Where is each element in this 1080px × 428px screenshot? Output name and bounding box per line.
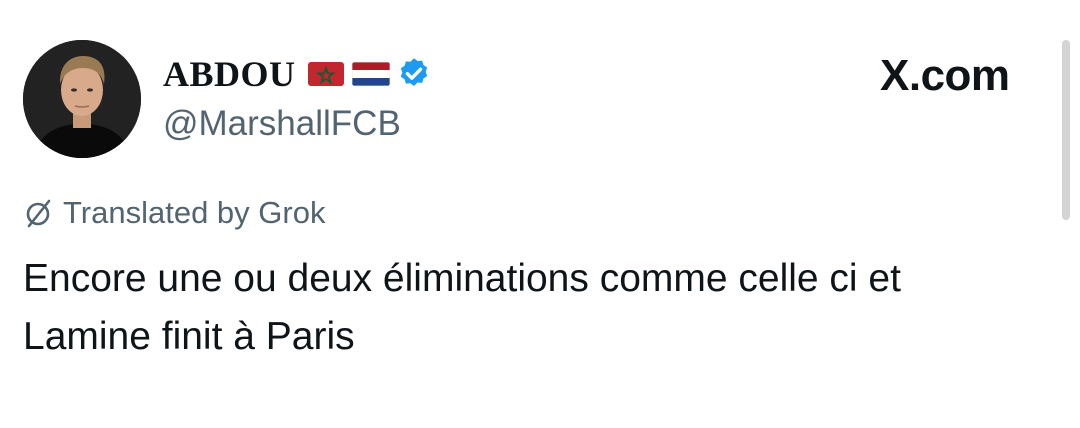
verified-badge-icon[interactable] bbox=[396, 56, 432, 92]
tweet-text: Encore une ou deux éliminations comme ce… bbox=[23, 250, 1053, 366]
netherlands-flag-icon bbox=[351, 62, 390, 86]
author-handle[interactable]: @MarshallFCB bbox=[163, 104, 401, 144]
author-name-row: ABDOU bbox=[163, 50, 432, 98]
avatar[interactable] bbox=[23, 40, 141, 158]
tweet-card: ABDOU @MarshallFCB X.com Translated by G… bbox=[0, 0, 1080, 428]
scrollbar[interactable] bbox=[1062, 40, 1070, 220]
display-name[interactable]: ABDOU bbox=[163, 56, 296, 92]
tweet-text-line: Lamine finit à Paris bbox=[23, 315, 355, 358]
grok-icon bbox=[23, 197, 55, 229]
translation-row[interactable]: Translated by Grok bbox=[23, 193, 325, 233]
brand-label: X.com bbox=[880, 51, 1010, 100]
tweet-text-line: Encore une ou deux éliminations comme ce… bbox=[23, 257, 901, 300]
translation-label: Translated by Grok bbox=[63, 195, 326, 230]
morocco-flag-icon bbox=[307, 62, 344, 86]
